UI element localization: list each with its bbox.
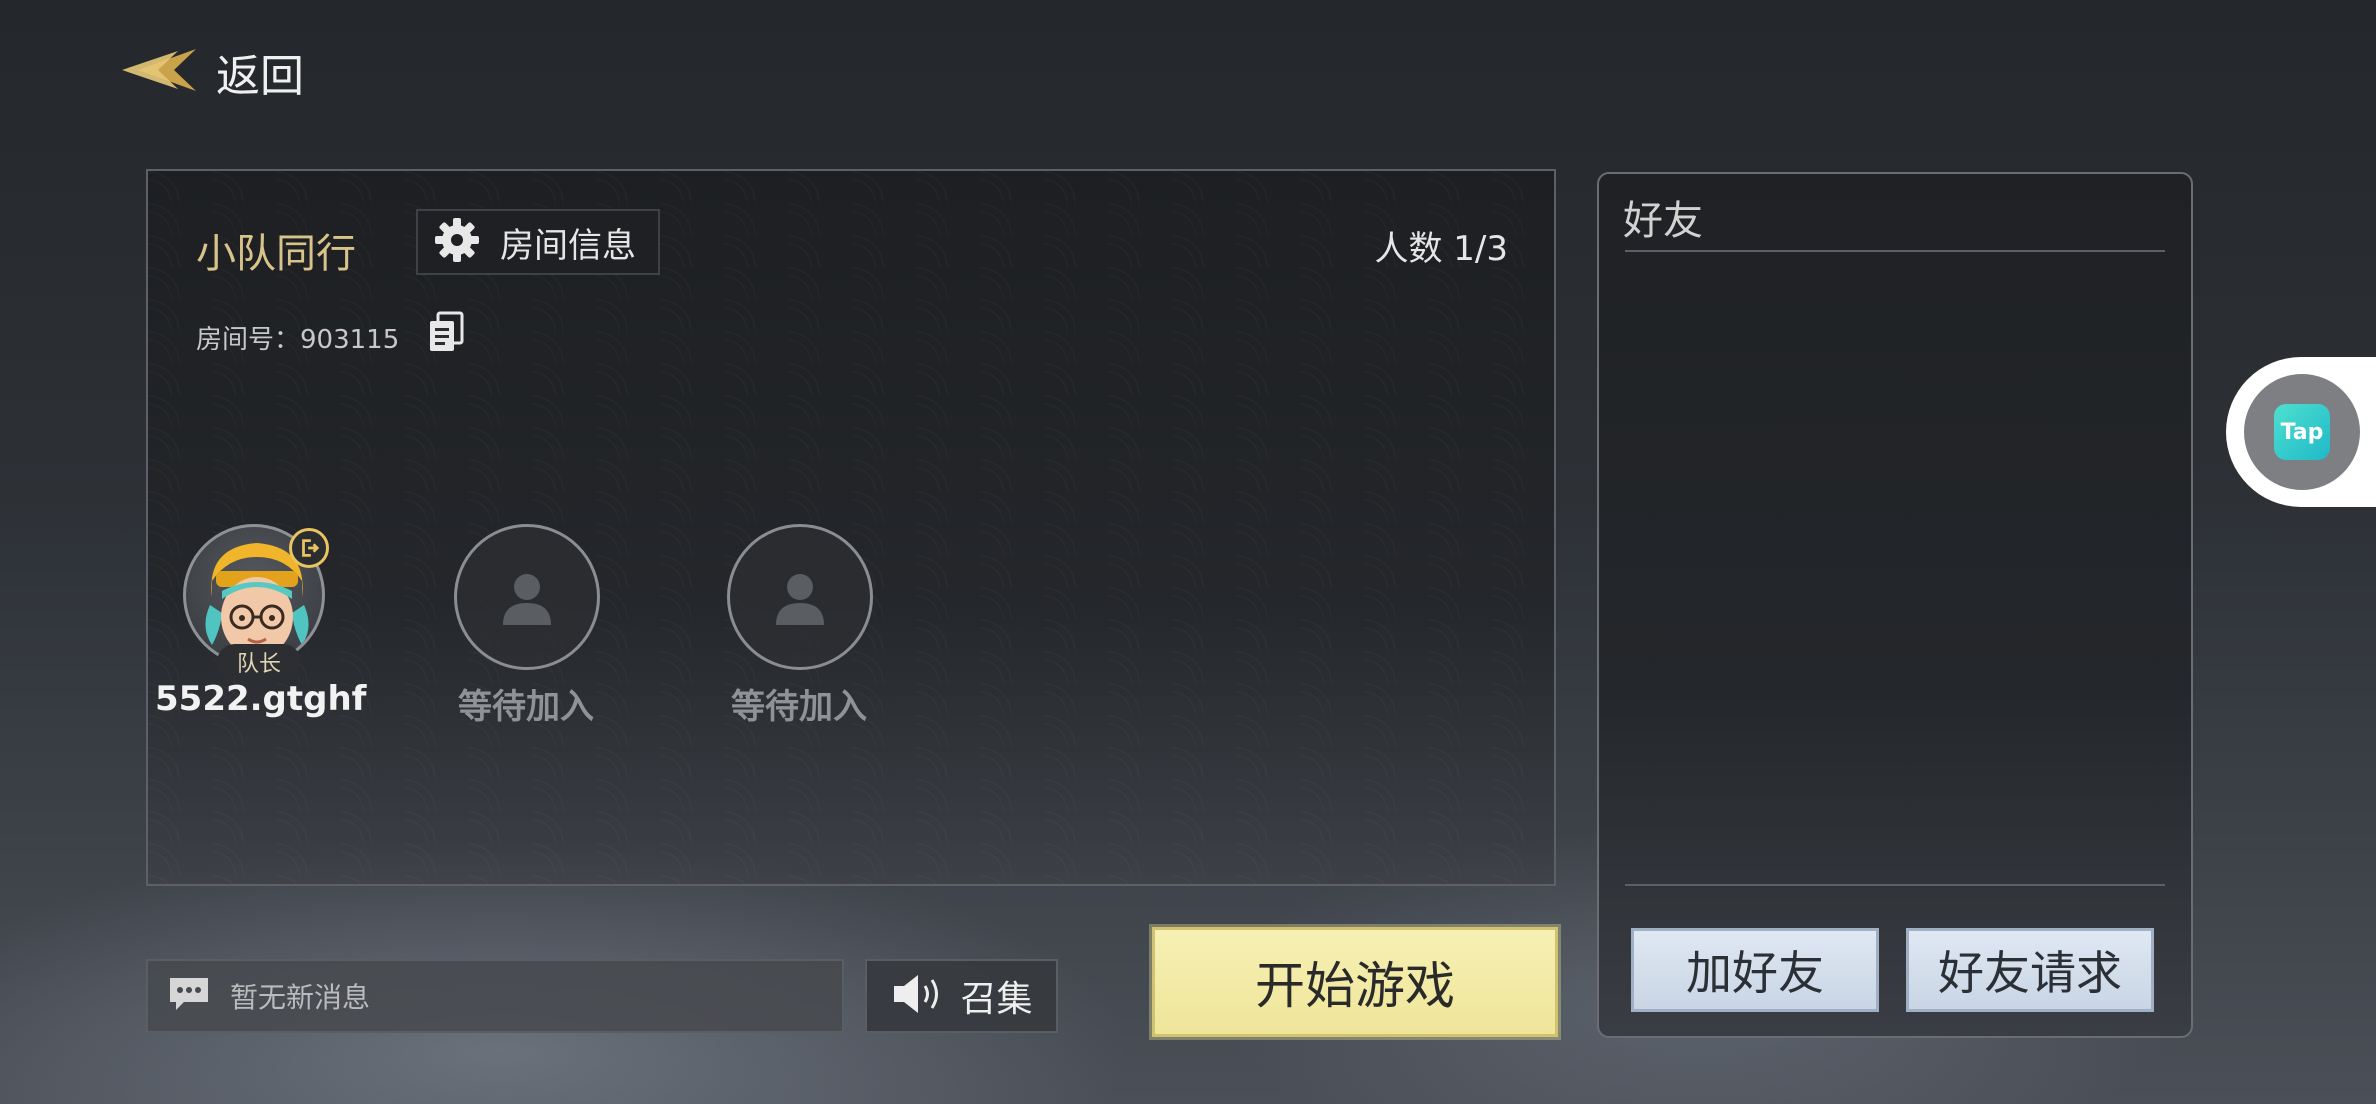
exit-icon[interactable]	[289, 528, 329, 568]
message-text: 暂无新消息	[230, 981, 371, 1014]
member-name: 5522.gtghf	[155, 679, 367, 719]
room-info-button[interactable]: 房间信息	[416, 209, 660, 275]
divider	[1625, 250, 2165, 252]
friend-requests-button[interactable]: 好友请求	[1906, 928, 2154, 1012]
message-bar[interactable]: 暂无新消息	[146, 959, 844, 1033]
gear-icon	[432, 215, 482, 269]
room-info-label: 房间信息	[500, 225, 636, 266]
summon-button[interactable]: 召集	[865, 959, 1058, 1033]
leader-badge: 队长	[217, 644, 301, 680]
waiting-label: 等待加入	[458, 687, 594, 727]
divider	[1625, 884, 2165, 886]
friends-title: 好友	[1623, 198, 1703, 244]
tap-floating-button[interactable]: Tap	[2226, 357, 2376, 507]
empty-user-icon	[454, 524, 600, 670]
summon-label: 召集	[960, 979, 1033, 1020]
member-slot-empty[interactable]: 等待加入	[426, 524, 626, 744]
back-button[interactable]: 返回	[118, 40, 338, 104]
chat-icon	[168, 976, 210, 1016]
friends-list[interactable]	[1623, 254, 2171, 854]
waiting-label: 等待加入	[731, 687, 867, 727]
member-slot-empty[interactable]: 等待加入	[699, 524, 899, 744]
empty-user-icon	[727, 524, 873, 670]
start-game-button[interactable]: 开始游戏	[1152, 927, 1558, 1037]
friends-panel: 好友 加好友 好友请求	[1597, 172, 2193, 1038]
back-arrow-icon	[118, 45, 198, 99]
team-panel: 小队同行 房间信息 人数 1/3 房间号：903115 队长 5522.gtgh…	[146, 169, 1556, 886]
member-slot-leader[interactable]: 队长 5522.gtghf	[155, 524, 367, 744]
add-friend-button[interactable]: 加好友	[1631, 928, 1879, 1012]
tap-logo-icon: Tap	[2274, 404, 2330, 460]
speaker-icon	[890, 972, 942, 1020]
copy-icon[interactable]	[426, 311, 466, 353]
team-title: 小队同行	[196, 231, 356, 277]
back-label: 返回	[216, 51, 304, 102]
member-count: 人数 1/3	[1374, 229, 1508, 269]
tap-circle: Tap	[2244, 374, 2360, 490]
room-number: 房间号：903115	[196, 325, 400, 355]
